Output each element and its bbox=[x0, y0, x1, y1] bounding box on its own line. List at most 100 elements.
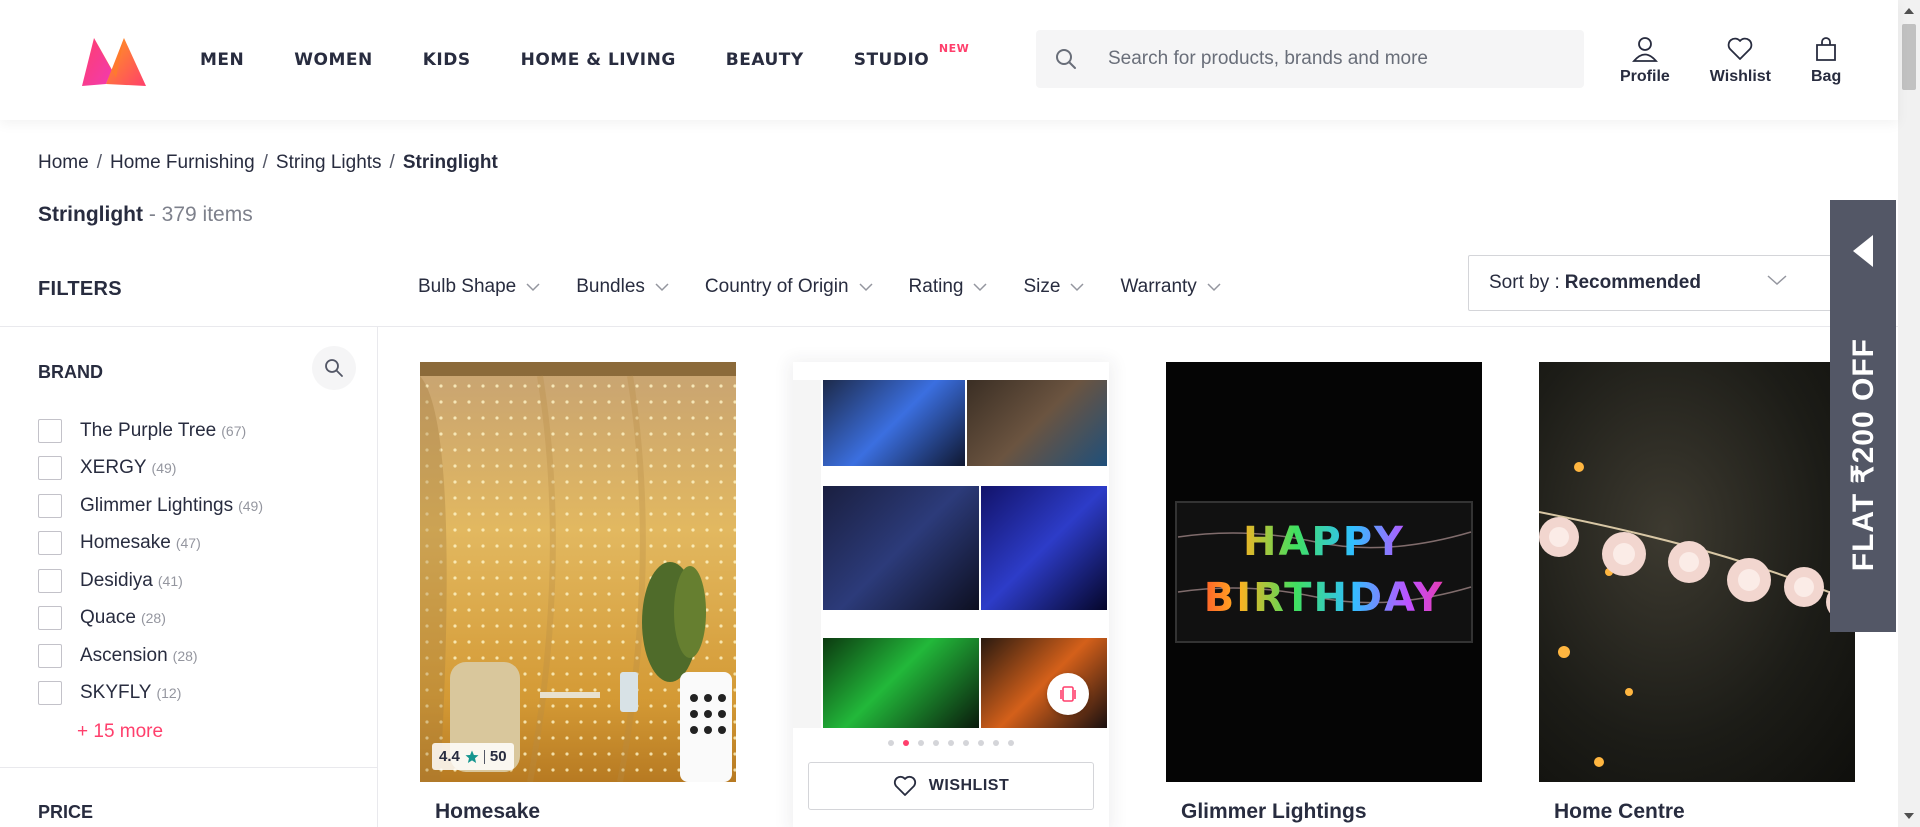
star-icon bbox=[465, 750, 479, 763]
item-count: - 379 items bbox=[148, 203, 253, 226]
carousel-dot[interactable] bbox=[978, 740, 984, 746]
brand-option[interactable]: Quace (28) bbox=[38, 600, 263, 638]
sort-dropdown[interactable]: Sort by : Recommended bbox=[1468, 255, 1848, 311]
filter-chips: Bulb Shape Bundles Country of Origin Rat… bbox=[418, 276, 1257, 298]
product-card[interactable]: 4.4 50 Homesake bbox=[420, 362, 736, 824]
product-image[interactable]: HAPPY BIRTHDAY bbox=[1166, 362, 1482, 782]
chevron-down-icon bbox=[1207, 283, 1221, 292]
brand-option[interactable]: Ascension (28) bbox=[38, 637, 263, 675]
chevron-down-icon bbox=[859, 283, 873, 292]
carousel-dot[interactable] bbox=[963, 740, 969, 746]
filter-divider bbox=[0, 326, 1898, 327]
brand-search-button[interactable] bbox=[312, 346, 356, 390]
scroll-thumb[interactable] bbox=[1902, 24, 1916, 90]
nav-men[interactable]: MEN bbox=[200, 50, 244, 70]
top-header: MEN WOMEN KIDS HOME & LIVING BEAUTY STUD… bbox=[0, 0, 1898, 120]
checkbox[interactable] bbox=[38, 456, 62, 481]
checkbox[interactable] bbox=[38, 606, 62, 631]
bag-button[interactable]: Bag bbox=[1811, 36, 1841, 86]
brand-heading: BRAND bbox=[38, 362, 103, 382]
filter-rating[interactable]: Rating bbox=[909, 276, 988, 298]
bag-icon bbox=[1816, 37, 1837, 61]
breadcrumb-home[interactable]: Home bbox=[38, 152, 89, 174]
checkbox[interactable] bbox=[38, 568, 62, 593]
carousel-dot[interactable] bbox=[993, 740, 999, 746]
carousel-dot[interactable] bbox=[918, 740, 924, 746]
filter-country-of-origin[interactable]: Country of Origin bbox=[705, 276, 873, 298]
search-bar[interactable] bbox=[1036, 30, 1584, 88]
heart-icon bbox=[1728, 37, 1753, 60]
scroll-down-arrow[interactable] bbox=[1904, 813, 1914, 819]
checkbox[interactable] bbox=[38, 643, 62, 668]
nav-studio[interactable]: STUDIO NEW bbox=[854, 42, 969, 70]
product-card-hovered[interactable]: WISHLIST bbox=[793, 362, 1109, 827]
wishlist-label: Wishlist bbox=[1709, 68, 1771, 85]
main-nav: MEN WOMEN KIDS HOME & LIVING BEAUTY STUD… bbox=[200, 42, 979, 70]
product-brand: Home Centre bbox=[1554, 800, 1685, 823]
carousel-dot-active[interactable] bbox=[903, 740, 909, 746]
brand-list: The Purple Tree (67) XERGY (49) Glimmer Li… bbox=[38, 412, 263, 712]
view-similar-button[interactable] bbox=[1047, 673, 1089, 715]
breadcrumb: Home / Home Furnishing / String Lights /… bbox=[38, 152, 498, 174]
myntra-logo[interactable] bbox=[76, 34, 152, 88]
product-image-text: HAPPY BIRTHDAY bbox=[1182, 514, 1466, 626]
header-actions: Profile Wishlist Bag bbox=[1620, 36, 1881, 86]
chevron-down-icon bbox=[526, 283, 540, 292]
product-brand: Glimmer Lightings bbox=[1181, 800, 1367, 823]
carousel-dot[interactable] bbox=[1008, 740, 1014, 746]
product-card[interactable]: Home Centre bbox=[1539, 362, 1855, 824]
nav-women[interactable]: WOMEN bbox=[294, 50, 372, 70]
brand-option[interactable]: XERGY (49) bbox=[38, 450, 263, 488]
filters-heading: FILTERS bbox=[38, 278, 122, 300]
promo-side-tab[interactable]: FLAT ₹200 OFF bbox=[1830, 200, 1896, 632]
breadcrumb-home-furnishing[interactable]: Home Furnishing bbox=[110, 152, 255, 174]
checkbox[interactable] bbox=[38, 493, 62, 518]
product-card[interactable]: HAPPY BIRTHDAY Glimmer Lightings bbox=[1166, 362, 1482, 824]
product-image[interactable] bbox=[1539, 362, 1855, 782]
search-icon bbox=[325, 359, 343, 377]
checkbox[interactable] bbox=[38, 531, 62, 556]
checkbox[interactable] bbox=[38, 418, 62, 443]
scroll-up-arrow[interactable] bbox=[1904, 8, 1914, 14]
caret-left-icon[interactable] bbox=[1851, 234, 1875, 268]
more-brands-link[interactable]: + 15 more bbox=[77, 721, 163, 743]
similar-icon bbox=[1060, 686, 1076, 702]
page-scrollbar[interactable] bbox=[1898, 0, 1920, 827]
nav-kids[interactable]: KIDS bbox=[423, 50, 471, 70]
search-icon[interactable] bbox=[1036, 48, 1096, 70]
rating-badge: 4.4 50 bbox=[432, 743, 514, 770]
chevron-down-icon bbox=[655, 283, 669, 292]
breadcrumb-separator: / bbox=[96, 152, 102, 173]
add-to-wishlist-button[interactable]: WISHLIST bbox=[808, 762, 1094, 810]
chevron-down-icon bbox=[1070, 283, 1084, 292]
filter-size[interactable]: Size bbox=[1023, 276, 1084, 298]
brand-option[interactable]: The Purple Tree (67) bbox=[38, 412, 263, 450]
brand-option[interactable]: Homesake (47) bbox=[38, 525, 263, 563]
chevron-down-icon bbox=[973, 283, 987, 292]
wishlist-button[interactable]: Wishlist bbox=[1710, 36, 1771, 86]
nav-home-living[interactable]: HOME & LIVING bbox=[521, 50, 676, 70]
carousel-dot[interactable] bbox=[933, 740, 939, 746]
carousel-dot[interactable] bbox=[888, 740, 894, 746]
price-heading: PRICE bbox=[38, 802, 94, 822]
search-input[interactable] bbox=[1108, 48, 1568, 70]
breadcrumb-string-lights[interactable]: String Lights bbox=[276, 152, 382, 174]
filter-bundles[interactable]: Bundles bbox=[576, 276, 669, 298]
nav-beauty[interactable]: BEAUTY bbox=[726, 50, 804, 70]
carousel-dot[interactable] bbox=[948, 740, 954, 746]
product-image[interactable]: 4.4 50 bbox=[420, 362, 736, 782]
promo-text: FLAT ₹200 OFF bbox=[1846, 338, 1880, 572]
brand-option[interactable]: Desidiya (41) bbox=[38, 562, 263, 600]
profile-icon bbox=[1631, 37, 1658, 62]
filter-warranty[interactable]: Warranty bbox=[1120, 276, 1221, 298]
profile-button[interactable]: Profile bbox=[1620, 36, 1670, 86]
heart-icon bbox=[893, 775, 916, 796]
checkbox[interactable] bbox=[38, 681, 62, 706]
page-title: Stringlight - 379 items bbox=[38, 203, 253, 227]
product-brand: Homesake bbox=[435, 800, 541, 823]
breadcrumb-separator: / bbox=[262, 152, 268, 173]
brand-option[interactable]: Glimmer Lightings (49) bbox=[38, 487, 263, 525]
breadcrumb-separator: / bbox=[389, 152, 395, 173]
brand-option[interactable]: SKYFLY (12) bbox=[38, 675, 263, 713]
filter-bulb-shape[interactable]: Bulb Shape bbox=[418, 276, 540, 298]
